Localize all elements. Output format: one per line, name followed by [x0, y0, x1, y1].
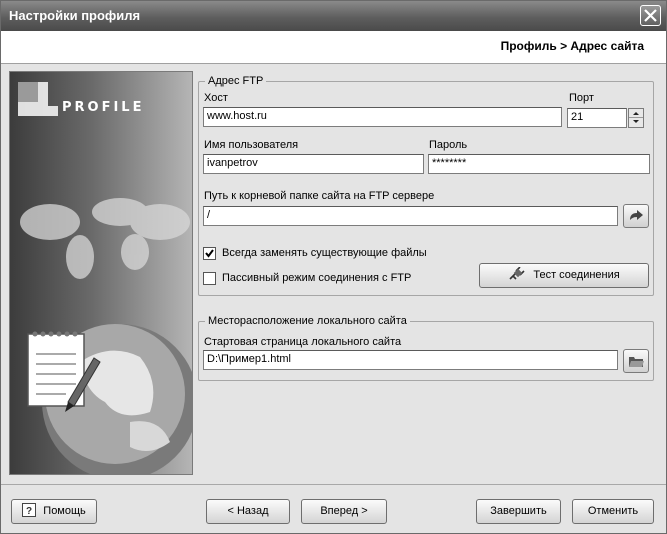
footer-separator — [1, 484, 666, 485]
side-banner: PROFILE — [9, 71, 193, 475]
arrow-up-icon — [633, 112, 639, 115]
host-input[interactable]: www.host.ru — [203, 107, 562, 127]
port-down-button[interactable] — [629, 118, 643, 127]
port-input[interactable]: 21 — [567, 108, 627, 128]
port-stepper[interactable] — [628, 108, 644, 128]
arrow-right-icon — [630, 210, 643, 220]
overwrite-checkbox[interactable] — [203, 247, 216, 260]
host-label: Хост — [204, 92, 228, 104]
test-connection-button[interactable]: Тест соединения — [479, 263, 649, 288]
help-button[interactable]: ? Помощь — [11, 499, 97, 524]
passive-mode-label: Пассивный режим соединения с FTP — [222, 272, 412, 284]
profile-logo-text: PROFILE — [62, 100, 145, 115]
browse-ftp-button[interactable] — [623, 204, 649, 228]
checkmark-icon — [205, 249, 214, 258]
passive-mode-option[interactable]: Пассивный режим соединения с FTP — [203, 272, 463, 288]
root-path-input[interactable]: / — [203, 206, 618, 226]
help-label: Помощь — [43, 505, 86, 517]
browse-folder-button[interactable] — [623, 349, 649, 373]
username-label: Имя пользователя — [204, 139, 299, 151]
overwrite-files-option[interactable]: Всегда заменять существующие файлы — [203, 247, 463, 263]
port-label: Порт — [569, 92, 594, 104]
test-connection-label: Тест соединения — [533, 269, 620, 281]
title-bar: Настройки профиля — [1, 1, 666, 31]
port-up-button[interactable] — [629, 109, 643, 118]
window-title: Настройки профиля — [9, 8, 141, 23]
start-page-label: Стартовая страница локального сайта — [204, 336, 402, 348]
password-label: Пароль — [429, 139, 468, 151]
back-button[interactable]: < Назад — [206, 499, 290, 524]
passive-mode-checkbox[interactable] — [203, 272, 216, 285]
username-input[interactable]: ivanpetrov — [203, 154, 424, 174]
finish-button[interactable]: Завершить — [476, 499, 561, 524]
cancel-button[interactable]: Отменить — [572, 499, 654, 524]
close-button[interactable] — [640, 5, 661, 26]
arrow-down-icon — [633, 120, 639, 123]
profile-settings-dialog: Настройки профиля Профиль > Адрес сайта — [0, 0, 667, 534]
wizard-header: Профиль > Адрес сайта — [1, 31, 666, 64]
plug-icon — [509, 266, 525, 280]
folder-icon — [629, 357, 644, 367]
next-button[interactable]: Вперед > — [301, 499, 387, 524]
help-icon: ? — [22, 503, 37, 517]
overwrite-label: Всегда заменять существующие файлы — [222, 247, 427, 259]
root-path-label: Путь к корневой папке сайта на FTP серве… — [204, 190, 435, 202]
password-input[interactable]: ******** — [428, 154, 650, 174]
world-map-graphic — [18, 82, 192, 474]
close-icon — [644, 9, 657, 22]
start-page-input[interactable]: D:\Пример1.html — [203, 350, 618, 370]
breadcrumb: Профиль > Адрес сайта — [500, 39, 644, 53]
svg-text:?: ? — [26, 506, 32, 517]
ftp-group-legend: Адрес FTP — [205, 75, 267, 87]
local-site-legend: Месторасположение локального сайта — [205, 315, 410, 327]
